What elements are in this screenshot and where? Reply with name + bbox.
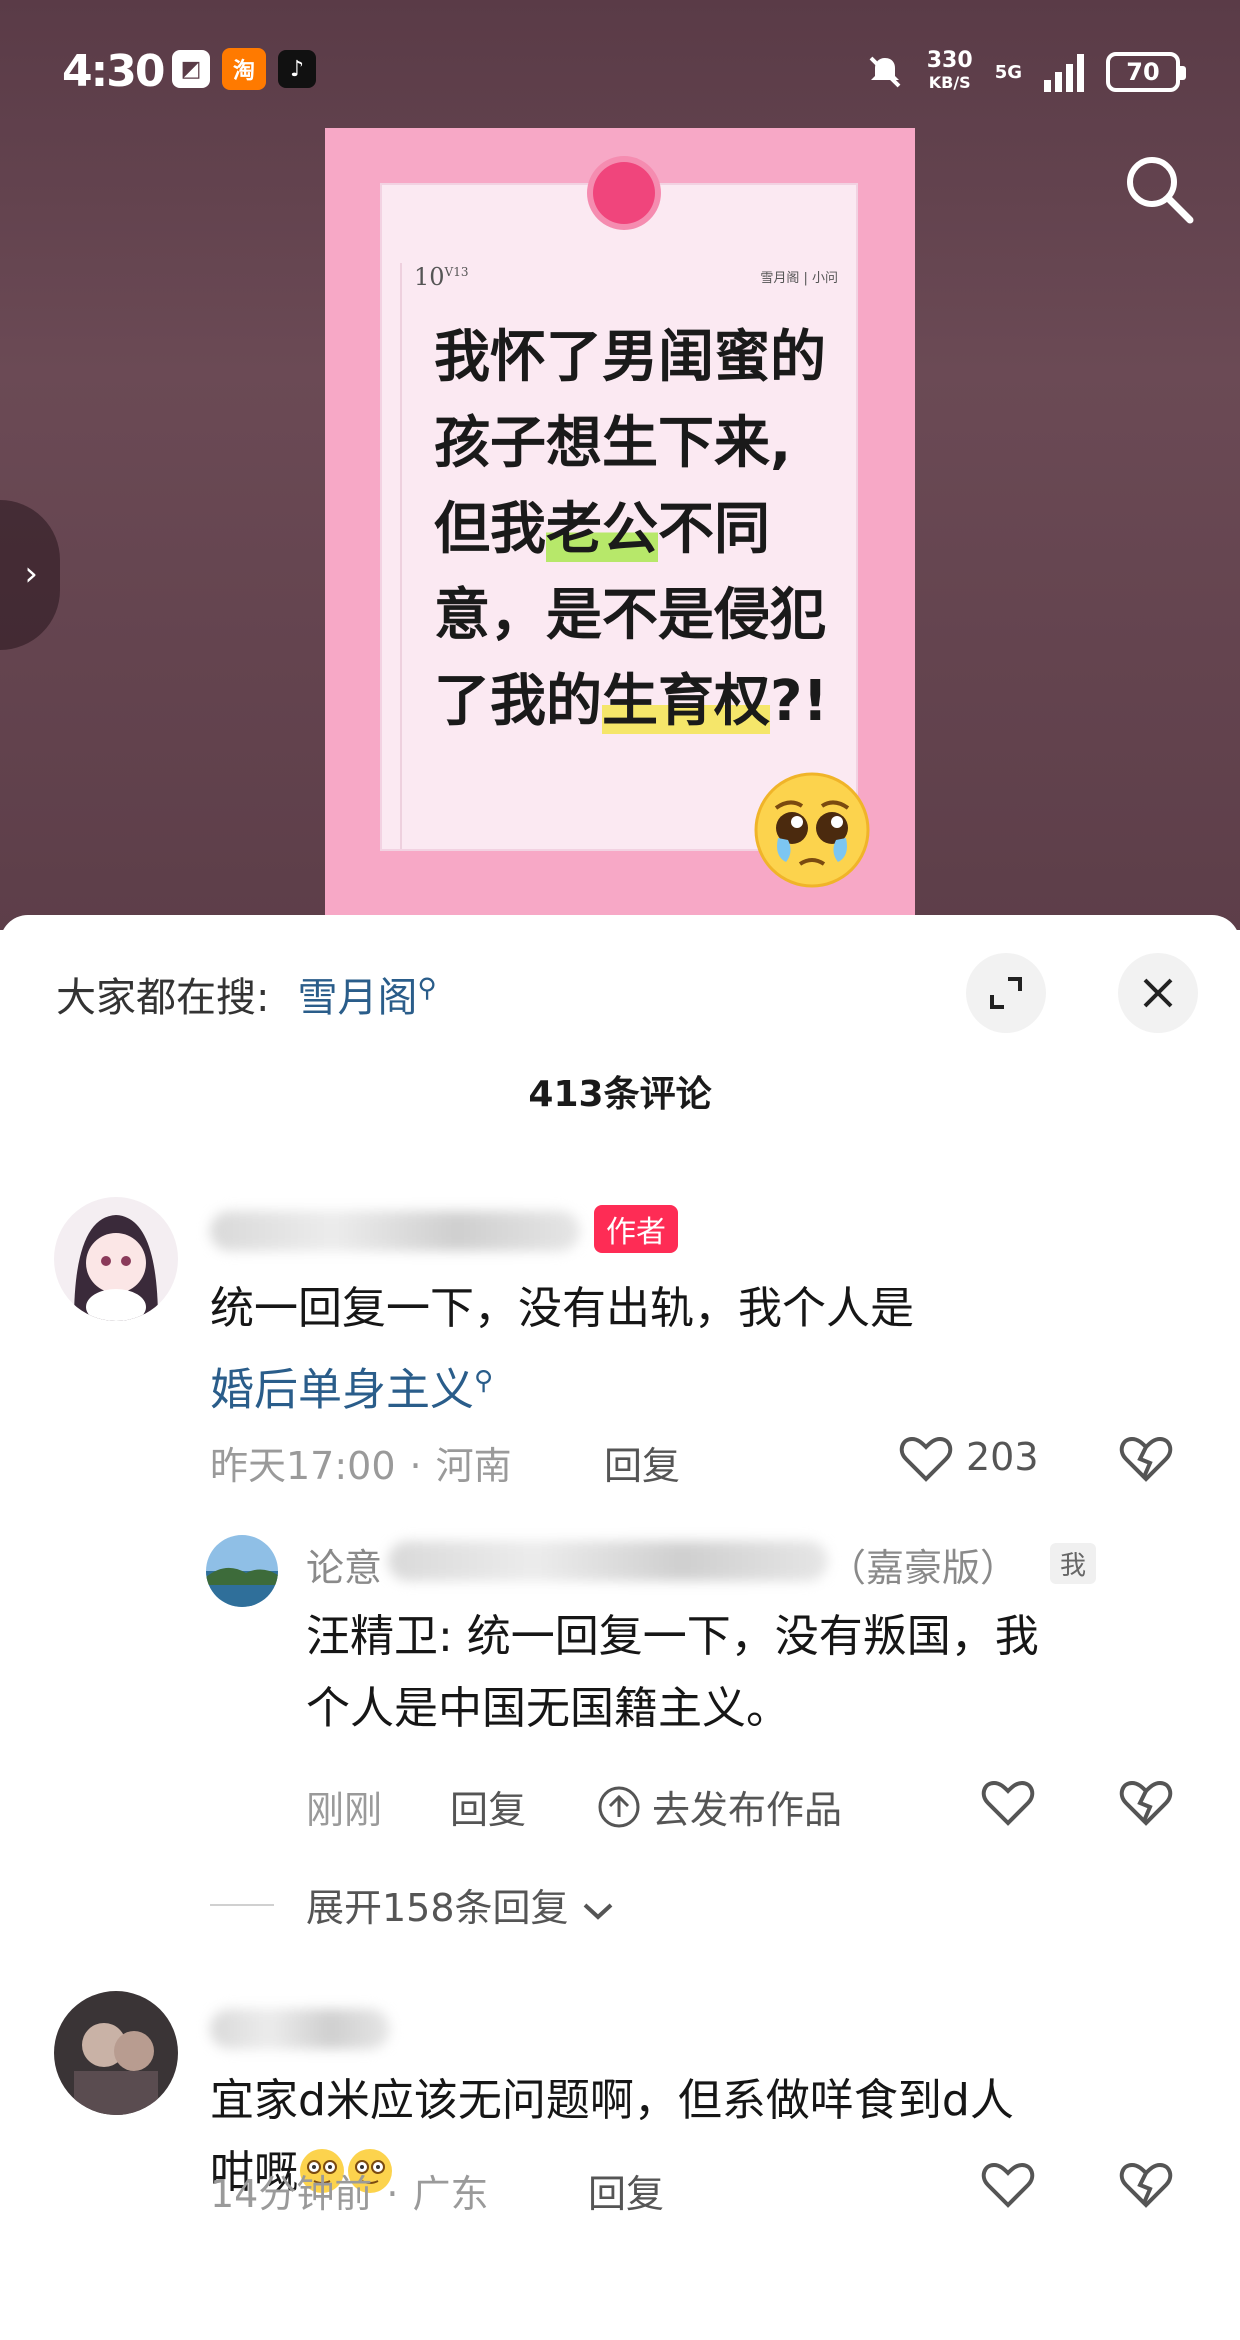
side-panel-handle[interactable]: › [0,500,60,650]
expand-icon [990,977,1022,1009]
heart-icon[interactable] [898,1431,954,1487]
broken-heart-icon[interactable] [1118,1775,1174,1831]
close-button[interactable] [1118,953,1198,1033]
avatar[interactable] [54,1991,178,2115]
reply-time: 刚刚 [306,1788,383,1832]
pleading-face-emoji-icon [754,772,870,888]
expand-replies-button[interactable]: 展开158条回复 [306,1877,615,1932]
taobao-icon: 淘 [222,48,266,90]
post-image[interactable]: 10V13 雪月阁 | 小问 我怀了男闺蜜的 孩子想生下来, 但我老公不同 意，是不是… [325,128,915,930]
net-speed: 330 KB/S [926,48,973,93]
divider [210,1904,274,1906]
chevron-down-icon [583,1903,612,1920]
hot-search-keyword[interactable]: 雪月阁 [297,975,417,1021]
note-tag: 雪月阁 | 小问 [760,271,838,286]
search-small-icon: ⚲ [417,973,437,1004]
post-work-button[interactable]: 去发布作品 [596,1779,842,1834]
note-paper: 10V13 雪月阁 | 小问 我怀了男闺蜜的 孩子想生下来, 但我老公不同 意，是不是… [380,183,870,888]
like-count: 203 [966,1435,1039,1479]
post-title-line: 我怀了男闺蜜的 [434,325,826,390]
reply-button[interactable]: 回复 [604,1435,680,1490]
status-time: 4:30 [62,46,165,97]
me-badge: 我 [1050,1543,1097,1584]
search-small-icon: ⚲ [474,1366,494,1396]
avatar[interactable] [206,1535,278,1607]
comment-meta: 昨天17:00 · 河南 [210,1444,512,1488]
post-title-text: 我怀了男闺蜜的 孩子想生下来, 但我老公不同 意，是不是侵犯 了我的生育权?! [434,315,854,745]
expand-button[interactable] [966,953,1046,1033]
post-title-line: 孩子想生下来, [434,411,792,476]
comment-sheet: 大家都在搜: 雪月阁⚲ 413条评论 作者 统一回复一下，没有出轨，我个人是 婚后… [0,915,1240,2340]
heart-icon[interactable] [980,1775,1036,1831]
heart-icon[interactable] [980,2157,1036,2213]
username-blurred [388,1541,828,1581]
username-blurred [210,2009,390,2049]
network-type: 5G [994,61,1022,83]
reply-button[interactable]: 回复 [588,2163,664,2218]
reply-username: 论意 [306,1546,383,1590]
post-title-line: 意，是不是侵犯 [434,583,826,648]
reply-username-suffix: （嘉豪版） [828,1546,1019,1590]
app-icon: ◩ [172,50,210,88]
broken-heart-icon[interactable] [1118,1431,1174,1487]
video-area[interactable]: 4:30 ◩ 淘 ♪ 330 KB/S 5G 70 › 10V13 雪月阁 | … [0,0,1240,930]
highlighted-text: 生育权 [602,669,770,734]
comment-text: 统一回复一下，没有出轨，我个人是 婚后单身主义⚲ [210,1283,914,1416]
comment-count-title: 413条评论 [528,1074,712,1115]
comment-meta: 14分钟前 · 广东 [210,2172,489,2216]
status-bar: 4:30 ◩ 淘 ♪ 330 KB/S 5G 70 [0,0,1240,140]
broken-heart-icon[interactable] [1118,2157,1174,2213]
battery-icon: 70 [1106,52,1186,92]
tiktok-icon: ♪ [278,50,316,88]
mute-icon [869,56,901,88]
author-badge: 作者 [594,1205,678,1253]
highlighted-text: 老公 [546,497,658,562]
hot-search-label: 大家都在搜: [56,975,270,1021]
reply-button[interactable]: 回复 [450,1779,526,1834]
chevron-right-icon: › [24,554,38,594]
pin-decoration [593,162,655,224]
upload-icon [598,1786,640,1827]
note-number: 10V13 [414,263,469,291]
avatar[interactable] [54,1197,178,1321]
hot-search-bar[interactable]: 大家都在搜: 雪月阁⚲ [56,965,437,1023]
search-icon[interactable] [1120,150,1196,226]
comment-keyword-link[interactable]: 婚后单身主义 [210,1365,474,1416]
signal-icon [1044,52,1084,92]
close-icon [1143,978,1173,1008]
username-blurred [210,1211,580,1251]
post-title-line: 但我老公不同 [434,497,770,562]
post-title-line: 了我的生育权?! [434,669,829,734]
reply-text: 汪精卫: 统一回复一下，没有叛国，我 个人是中国无国籍主义。 [306,1611,1039,1734]
